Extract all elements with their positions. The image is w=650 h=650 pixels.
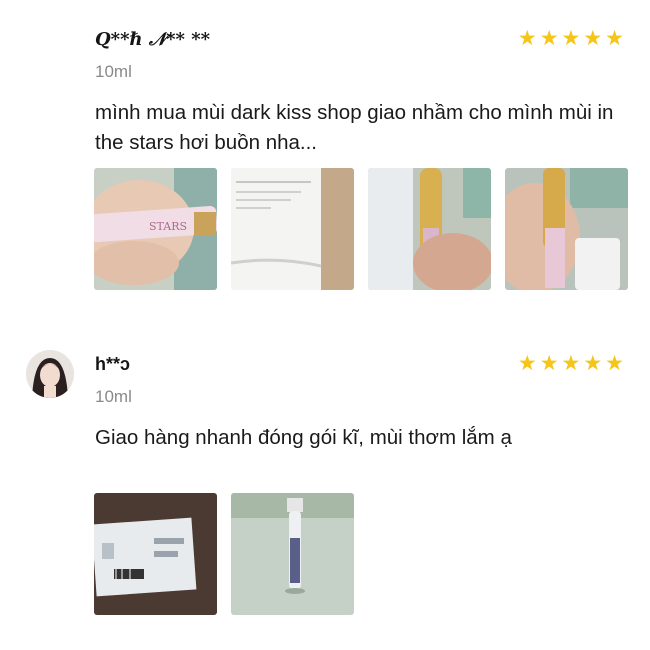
- review-photo[interactable]: STARS: [94, 168, 217, 290]
- review-photo[interactable]: [94, 493, 217, 615]
- review-text: Giao hàng nhanh đóng gói kĩ, mùi thơm lắ…: [95, 426, 512, 449]
- rating-stars: ★ ★ ★ ★ ★: [517, 27, 624, 50]
- review-item: Q**ℏ 𝒩** ** ★ ★ ★ ★ ★ 10ml mình mua mùi …: [0, 20, 650, 310]
- star-icon: ★: [517, 27, 537, 50]
- star-icon: ★: [583, 352, 603, 375]
- star-icon: ★: [561, 352, 581, 375]
- variant-label: 10ml: [95, 62, 132, 81]
- star-icon: ★: [517, 352, 537, 375]
- reviewer-name: h**ɔ: [95, 354, 131, 374]
- review-photo[interactable]: [505, 168, 628, 290]
- review-photo[interactable]: [231, 168, 354, 290]
- vial-label: STARS: [149, 220, 187, 233]
- review-photo[interactable]: [231, 493, 354, 615]
- review-text: mình mua mùi dark kiss shop giao nhầm ch…: [95, 101, 614, 154]
- avatar[interactable]: [26, 350, 74, 398]
- star-icon: ★: [539, 352, 559, 375]
- review-photos: STARS: [94, 168, 628, 290]
- variant-label: 10ml: [95, 387, 132, 406]
- rating-stars: ★ ★ ★ ★ ★: [517, 352, 624, 375]
- star-icon: ★: [561, 27, 581, 50]
- review-item: h**ɔ ★ ★ ★ ★ ★ 10ml Giao hàng nhanh đóng…: [0, 345, 650, 635]
- reviewer-name: Q**ℏ 𝒩** **: [95, 29, 211, 50]
- review-photos: [94, 493, 354, 615]
- star-icon: ★: [583, 27, 603, 50]
- star-icon: ★: [605, 352, 624, 375]
- star-icon: ★: [605, 27, 624, 50]
- review-photo[interactable]: [368, 168, 491, 290]
- star-icon: ★: [539, 27, 559, 50]
